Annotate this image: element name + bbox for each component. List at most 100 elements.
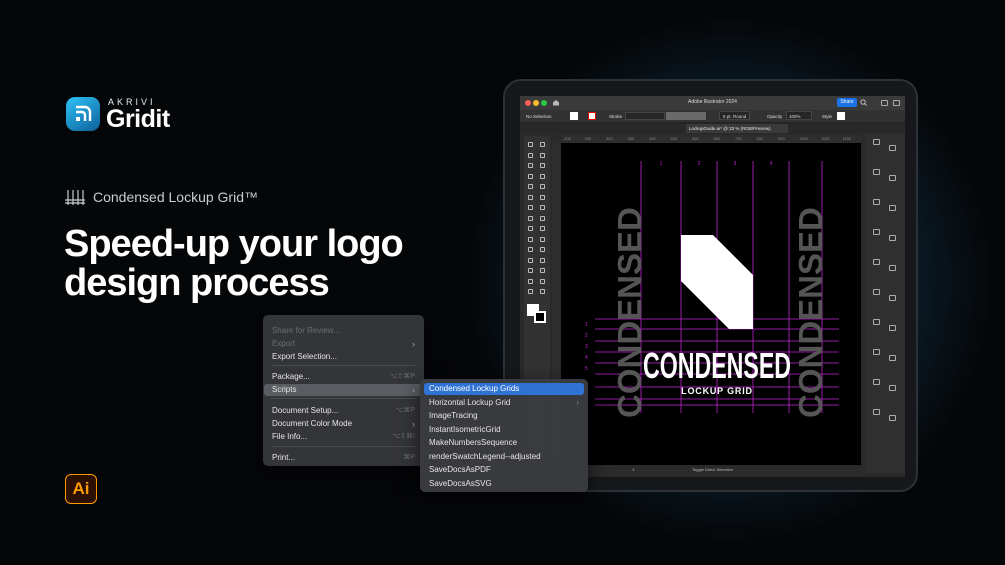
style-label: Style [822,114,833,119]
opacity-label: Opacity [767,114,783,119]
script-item[interactable]: Horizontal Lockup Grid › [429,397,579,409]
tool-icon[interactable] [540,215,545,221]
script-item[interactable]: ImageTracing [429,410,579,422]
script-item[interactable]: SaveDocsAsPDF [429,464,579,476]
script-item-label: MakeNumbersSequence [429,438,518,447]
tool-icon[interactable] [540,278,545,284]
selection-status: No Selection [526,114,552,119]
stroke-swatch[interactable] [588,112,596,120]
grid-column-label: 2 [698,161,701,167]
panel-icon[interactable] [873,319,880,325]
file-menu-item[interactable]: Print... ⌘P [272,452,415,464]
tool-icon[interactable] [528,163,533,168]
panel-icon[interactable] [889,145,896,151]
tool-icon[interactable] [540,163,545,168]
file-menu-item[interactable]: Export Selection... [272,351,415,363]
tool-icon[interactable] [540,142,545,147]
panel-icon[interactable] [873,289,880,295]
panel-icon[interactable] [889,205,896,211]
tool-icon[interactable] [528,289,533,294]
headline-line-1: Speed-up your logo [64,223,404,265]
script-item[interactable]: MakeNumbersSequence [429,437,579,449]
panel-icon[interactable] [889,385,896,391]
tool-icon[interactable] [528,257,533,263]
menu-separator [271,398,416,399]
tool-icon[interactable] [528,205,533,210]
tool-icon[interactable] [540,257,545,263]
opacity-field[interactable]: 100% [786,111,812,120]
panel-icon[interactable] [873,139,880,145]
arrange-documents-icon[interactable] [881,100,888,106]
script-item[interactable]: SaveDocsAsSVG [429,478,579,490]
document-tab[interactable]: LockupGuide.ai* @ 33 % (RGB/Preview) [686,124,788,133]
tool-icon[interactable] [528,236,533,242]
stroke-weight-field[interactable] [625,112,665,120]
tool-icon[interactable] [528,194,533,200]
panel-icon[interactable] [873,379,880,385]
file-menu-item[interactable]: File Info... ⌥⇧⌘I [272,431,415,443]
tool-icon[interactable] [528,215,533,221]
file-menu-item-label: Scripts [272,385,297,394]
artboard-number[interactable]: 1 [632,467,634,472]
file-menu-item[interactable]: Package... ⌥⇧⌘P [272,371,415,383]
tool-icon[interactable] [540,268,545,273]
tool-icon[interactable] [540,247,545,252]
tool-icon[interactable] [540,289,545,294]
menu-separator [271,446,416,447]
panel-icon[interactable] [889,265,896,271]
file-menu-item-label: Share for Review... [272,326,340,335]
script-item[interactable]: InstantIsometricGrid [429,424,579,436]
tool-icon[interactable] [528,226,533,231]
panel-icon[interactable] [889,175,896,181]
file-menu-item-label: File Info... [272,432,308,441]
tool-icon[interactable] [528,152,533,158]
panel-icon[interactable] [873,349,880,355]
panel-icon[interactable] [889,325,896,331]
tool-icon[interactable] [540,236,545,242]
tool-icon[interactable] [540,152,545,158]
stroke-color-icon[interactable] [534,311,546,323]
grid-row-label: 1 [585,322,588,328]
tool-icon[interactable] [540,194,545,200]
file-menu-item[interactable]: Scripts › [264,384,423,396]
tool-icon[interactable] [528,247,533,252]
panel-icon[interactable] [873,409,880,415]
chevron-right-icon: › [412,339,415,349]
panel-icon[interactable] [873,169,880,175]
share-button[interactable]: Share [837,98,857,107]
panel-icon[interactable] [873,259,880,265]
panel-icon[interactable] [873,229,880,235]
panel-icon[interactable] [889,235,896,241]
tool-icon[interactable] [528,278,533,284]
panel-icon[interactable] [873,199,880,205]
graphic-style-swatch[interactable] [837,112,845,120]
panel-icon[interactable] [889,355,896,361]
ruler-tick-label: 700 [735,136,742,141]
tool-icon[interactable] [540,184,545,189]
variable-width-profile[interactable] [666,112,706,120]
wordmark-tagline: LOCKUP GRID [681,386,753,396]
tool-icon[interactable] [528,268,533,273]
tool-icon[interactable] [540,226,545,231]
workspace-switcher-icon[interactable] [893,100,900,106]
panel-icon[interactable] [889,295,896,301]
status-mode[interactable]: Toggle Direct Selection [692,467,733,472]
tool-icon[interactable] [540,205,545,210]
script-item[interactable]: renderSwatchLegend--adjusted [429,451,579,463]
search-icon[interactable] [860,99,867,106]
tool-icon[interactable] [528,184,533,189]
tool-icon[interactable] [528,173,533,179]
script-item[interactable]: Condensed Lockup Grids [424,383,584,395]
file-menu-item-label: Document Color Mode [272,419,353,428]
file-menu-item-label: Print... [272,453,296,462]
wordmark: CONDENSED [643,345,791,386]
panel-icon[interactable] [889,415,896,421]
fill-swatch[interactable] [570,112,578,120]
ruler-tick-label: -100 [563,136,572,141]
brush-definition[interactable]: 5 pt. Round [719,111,751,120]
file-menu-item[interactable]: Document Setup... ⌥⌘P [272,405,415,417]
tool-icon[interactable] [540,173,545,179]
file-menu-item[interactable]: Document Color Mode › [272,418,415,430]
artboard-canvas[interactable]: CONDENSED CONDENSED CONDENSED LOCKUP GRI… [561,143,861,465]
tool-icon[interactable] [528,142,533,147]
